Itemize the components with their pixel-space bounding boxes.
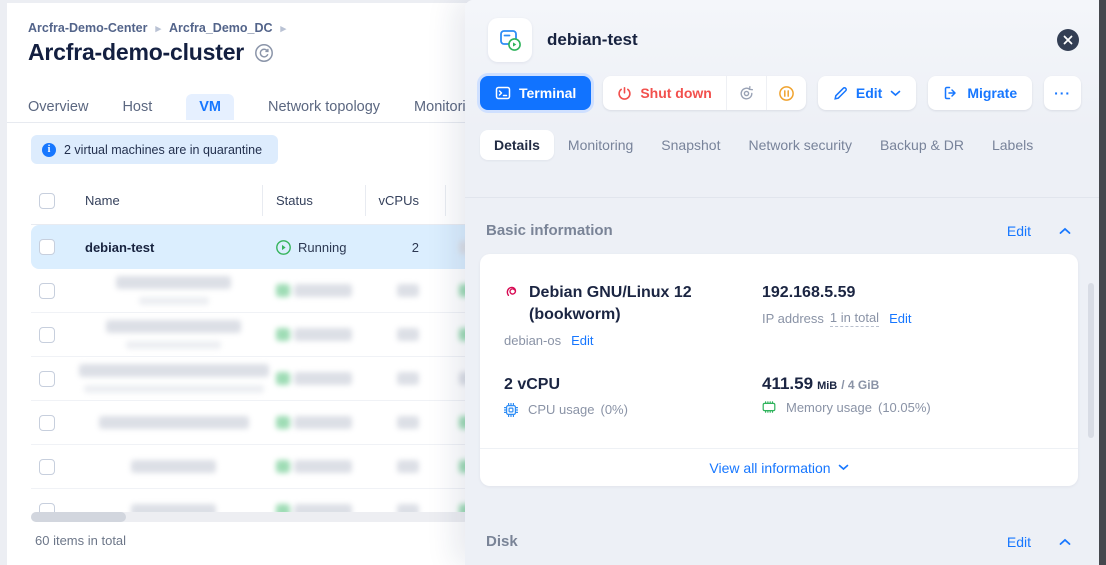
suspend-button[interactable] xyxy=(767,76,806,110)
row-checkbox[interactable] xyxy=(39,283,55,299)
power-icon xyxy=(617,86,632,101)
os-template: debian-os xyxy=(504,333,561,348)
basic-information-edit-link[interactable]: Edit xyxy=(1007,223,1031,239)
quarantine-banner-text: 2 virtual machines are in quarantine xyxy=(64,143,262,157)
tab-backup-dr[interactable]: Backup & DR xyxy=(866,130,978,160)
items-total: 60 items in total xyxy=(35,533,126,548)
collapse-chevron-up-icon[interactable] xyxy=(1059,227,1071,235)
breadcrumb: Arcfra-Demo-Center ▸ Arcfra_Demo_DC ▸ xyxy=(28,21,286,35)
quarantine-banner[interactable]: i 2 virtual machines are in quarantine xyxy=(31,135,278,164)
chevron-down-icon xyxy=(838,464,849,471)
ip-edit-link[interactable]: Edit xyxy=(889,311,911,326)
tab-monitoring[interactable]: Monitoring xyxy=(554,130,647,160)
tab-labels[interactable]: Labels xyxy=(978,130,1047,160)
os-name: Debian GNU/Linux 12 (bookworm) xyxy=(529,282,719,327)
disk-edit-link[interactable]: Edit xyxy=(1007,534,1031,550)
divider xyxy=(465,197,1099,198)
row-checkbox[interactable] xyxy=(39,327,55,343)
refresh-icon[interactable] xyxy=(254,43,274,63)
terminal-icon xyxy=(495,85,511,101)
vertical-scrollbar-thumb[interactable] xyxy=(1088,283,1094,438)
shutdown-button-label: Shut down xyxy=(640,85,712,101)
close-icon xyxy=(1063,35,1073,45)
terminal-button-label: Terminal xyxy=(519,85,576,101)
os-edit-link[interactable]: Edit xyxy=(571,333,593,348)
breadcrumb-item-dc[interactable]: Arcfra_Demo_DC xyxy=(169,21,273,35)
more-actions-button[interactable]: ··· xyxy=(1044,76,1081,110)
view-all-information-link[interactable]: View all information xyxy=(480,448,1078,486)
running-status-icon xyxy=(276,240,291,255)
page-title: Arcfra-demo-cluster xyxy=(28,39,244,66)
basic-information-heading: Basic information xyxy=(486,222,613,239)
terminal-button[interactable]: Terminal xyxy=(480,76,591,110)
panel-title: debian-test xyxy=(547,30,638,50)
horizontal-scrollbar-thumb[interactable] xyxy=(31,512,126,522)
cpu-usage-label: CPU usage xyxy=(528,402,594,417)
cpu-icon xyxy=(504,403,518,417)
pause-icon xyxy=(778,85,795,102)
tab-snapshot[interactable]: Snapshot xyxy=(647,130,734,160)
row-checkbox[interactable] xyxy=(39,503,55,513)
detail-tabs: Details Monitoring Snapshot Network secu… xyxy=(480,130,1080,160)
window-edge-right xyxy=(1099,0,1106,565)
pencil-icon xyxy=(833,86,848,101)
ellipsis-icon: ··· xyxy=(1054,85,1071,101)
tab-host[interactable]: Host xyxy=(122,94,152,120)
horizontal-scrollbar[interactable] xyxy=(31,512,469,522)
vm-status: Running xyxy=(298,240,346,255)
shutdown-button[interactable]: Shut down xyxy=(603,76,726,110)
memory-used-value: 411.59 xyxy=(762,374,813,394)
edit-button-label: Edit xyxy=(856,85,882,101)
column-header-status[interactable]: Status xyxy=(262,193,365,208)
restart-button[interactable] xyxy=(727,76,766,110)
window-edge-left xyxy=(0,0,7,565)
ip-address: 192.168.5.59 xyxy=(762,282,911,304)
row-checkbox[interactable] xyxy=(39,459,55,475)
tab-vm[interactable]: VM xyxy=(186,94,234,120)
vcpu-value: 2 vCPU xyxy=(504,374,762,396)
basic-information-card: Debian GNU/Linux 12 (bookworm) debian-os… xyxy=(480,254,1078,486)
column-header-vcpus[interactable]: vCPUs xyxy=(365,193,445,208)
view-all-label: View all information xyxy=(709,460,830,476)
info-icon: i xyxy=(42,143,56,157)
power-button-group: Shut down xyxy=(603,76,806,110)
disk-heading: Disk xyxy=(486,533,518,550)
breadcrumb-item-datacenter[interactable]: Arcfra-Demo-Center xyxy=(28,21,147,35)
tab-network-topology[interactable]: Network topology xyxy=(268,94,380,120)
ip-label: IP address xyxy=(762,311,824,326)
cpu-usage-percent: (0%) xyxy=(600,402,627,417)
select-all-checkbox[interactable] xyxy=(39,193,55,209)
vm-name[interactable]: debian-test xyxy=(71,240,262,255)
restart-icon xyxy=(738,85,755,102)
tab-details[interactable]: Details xyxy=(480,130,554,160)
memory-icon xyxy=(762,400,776,414)
breadcrumb-separator-icon: ▸ xyxy=(155,22,161,35)
vm-vcpus: 2 xyxy=(365,240,445,255)
migrate-icon xyxy=(943,85,959,101)
migrate-button-label: Migrate xyxy=(967,85,1017,101)
vm-action-bar: Terminal Shut down xyxy=(480,76,1081,110)
memory-total: / 4 GiB xyxy=(841,378,879,392)
memory-usage-percent: (10.05%) xyxy=(878,400,931,415)
collapse-chevron-up-icon[interactable] xyxy=(1059,538,1071,546)
close-panel-button[interactable] xyxy=(1057,29,1079,51)
debian-logo-icon xyxy=(504,284,520,300)
vm-icon xyxy=(488,18,532,62)
row-checkbox[interactable] xyxy=(39,239,55,255)
migrate-button[interactable]: Migrate xyxy=(928,76,1032,110)
breadcrumb-separator-icon: ▸ xyxy=(281,22,287,35)
tab-overview[interactable]: Overview xyxy=(28,94,88,120)
tab-network-security[interactable]: Network security xyxy=(734,130,865,160)
row-checkbox[interactable] xyxy=(39,415,55,431)
column-header-name[interactable]: Name xyxy=(71,193,262,208)
chevron-down-icon xyxy=(890,90,901,97)
vm-detail-panel: debian-test Terminal Shut down xyxy=(465,0,1099,565)
memory-used-unit: MiB xyxy=(817,380,837,392)
row-checkbox[interactable] xyxy=(39,371,55,387)
edit-button[interactable]: Edit xyxy=(818,76,916,110)
memory-usage-label: Memory usage xyxy=(786,400,872,415)
ip-count[interactable]: 1 in total xyxy=(830,310,879,327)
